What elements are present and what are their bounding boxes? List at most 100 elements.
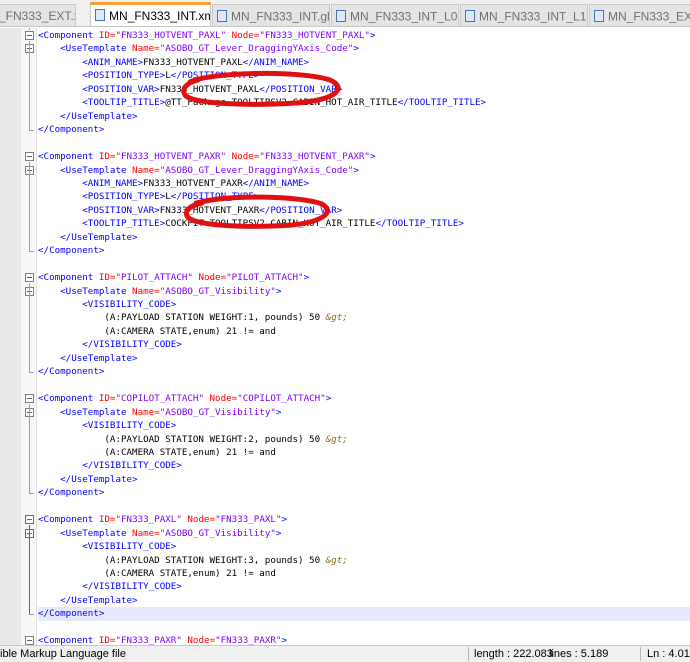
code-token: </POSITION_VAR>	[259, 83, 343, 95]
code-line[interactable]: (A:PAYLOAD STATION WEIGHT:3, pounds) 50 …	[38, 554, 348, 567]
code-line[interactable]: </UseTemplate>	[38, 231, 138, 244]
code-line[interactable]: <POSITION_TYPE>L</POSITION_TYPE>	[38, 190, 259, 203]
tab-mn-fn333-int-l0-gltf[interactable]: MN_FN333_INT_L0.gltf	[331, 4, 459, 26]
code-line[interactable]: </UseTemplate>	[38, 473, 137, 486]
code-line[interactable]: (A:PAYLOAD STATION WEIGHT:1, pounds) 50 …	[38, 311, 348, 324]
code-token: <Component	[38, 151, 99, 163]
code-token: <Component	[38, 393, 99, 405]
code-editor[interactable]: <Component ID="FN333_HOTVENT_PAXL" Node=…	[0, 28, 690, 645]
code-token: <UseTemplate	[38, 406, 133, 418]
xml-file-icon	[95, 8, 105, 21]
code-token: >	[369, 151, 376, 163]
tab-label: MN_FN333_INT_L1.gltf	[479, 9, 587, 24]
tab-mn-fn333-int-xml[interactable]: MN_FN333_INT.xml✕	[90, 2, 211, 26]
code-line[interactable]: <POSITION_VAR>FN333_HOTVENT_PAXL</POSITI…	[38, 83, 342, 96]
code-line[interactable]: <Component ID="FN333_PAXL" Node="FN333_P…	[38, 513, 287, 526]
code-token: Node=	[226, 151, 260, 163]
code-line[interactable]: <Component ID="FN333_HOTVENT_PAXR" Node=…	[38, 150, 376, 163]
code-line[interactable]: <VISIBILITY_CODE>	[38, 298, 176, 311]
code-line[interactable]: (A:PAYLOAD STATION WEIGHT:2, pounds) 50 …	[38, 433, 347, 446]
code-line[interactable]: </Component>	[38, 486, 104, 499]
code-token: <VISIBILITY_CODE>	[38, 299, 177, 310]
code-line[interactable]: </Component>	[38, 123, 104, 136]
fold-guide-line	[29, 283, 30, 373]
code-line[interactable]: <POSITION_TYPE>L</POSITION_TYPE>	[38, 69, 259, 82]
fold-toggle-icon[interactable]	[25, 515, 34, 525]
code-token: </UseTemplate>	[38, 352, 138, 364]
fold-toggle-icon[interactable]	[25, 273, 34, 283]
code-line[interactable]: <TOOLTIP_TITLE>@TT_Package.TOOLTIPSV2.CA…	[38, 96, 486, 109]
code-line[interactable]: <Component ID="PILOT_ATTACH" Node="PILOT…	[38, 271, 309, 284]
fold-toggle-icon[interactable]	[25, 31, 34, 40]
code-token: "FN333_HOTVENT_PAXR"	[115, 151, 227, 163]
fold-guide-line	[29, 404, 30, 494]
tab-fn333-ext-xml[interactable]: _FN333_EXT.xml	[0, 4, 76, 26]
code-line[interactable]: <UseTemplate Name="ASOBO_GT_Lever_Draggi…	[38, 164, 359, 177]
fold-end-marker	[29, 614, 34, 616]
fold-toggle-icon[interactable]	[25, 152, 34, 162]
code-token: >	[275, 285, 282, 297]
file-icon	[217, 9, 227, 22]
code-line[interactable]: <Component ID="COPILOT_ATTACH" Node="COP…	[38, 392, 331, 405]
code-line[interactable]: (A:CAMERA STATE,enum) 21 != and	[38, 325, 276, 338]
code-line[interactable]: </UseTemplate>	[38, 352, 138, 365]
status-separator	[468, 647, 469, 661]
code-token: <POSITION_VAR>	[38, 83, 160, 95]
fold-toggle-icon[interactable]	[25, 636, 34, 645]
code-line[interactable]: (A:CAMERA STATE,enum) 21 != and	[38, 446, 275, 459]
code-token: <ANIM_NAME>	[38, 56, 144, 68]
code-token: "PILOT_ATTACH"	[115, 272, 193, 284]
code-token: <Component	[38, 635, 99, 645]
code-line[interactable]: <VISIBILITY_CODE>	[38, 419, 176, 432]
code-line[interactable]: </UseTemplate>	[38, 110, 138, 123]
code-token: <VISIBILITY_CODE>	[38, 541, 177, 553]
code-line[interactable]: </UseTemplate>	[38, 594, 138, 607]
code-line[interactable]: <TOOLTIP_TITLE>COCKPIT.TOOLTIPSV2.CABIN_…	[38, 217, 464, 230]
code-line[interactable]: </Component>	[38, 365, 104, 378]
code-token: </VISIBILITY_CODE>	[38, 581, 182, 593]
code-line[interactable]: <Component ID="FN333_PAXR" Node="FN333_P…	[38, 634, 287, 645]
tab-mn-fn333-int-gltf[interactable]: MN_FN333_INT.gltf	[212, 4, 330, 26]
code-token: ID=	[98, 514, 116, 526]
code-token: >	[353, 164, 359, 176]
code-line[interactable]: <ANIM_NAME>FN333_HOTVENT_PAXL</ANIM_NAME…	[38, 56, 309, 69]
code-token: </UseTemplate>	[38, 110, 138, 122]
code-token: <UseTemplate	[38, 164, 133, 176]
tab-mn-fn333-int-l1-gltf[interactable]: MN_FN333_INT_L1.gltf	[460, 4, 588, 26]
code-token: Name=	[132, 527, 160, 539]
code-token: (A:CAMERA STATE,enum) 21 != and	[38, 325, 276, 337]
code-token: </Component>	[38, 245, 105, 257]
code-token: &gt;	[325, 312, 348, 324]
fold-guide-line	[29, 41, 30, 131]
code-line[interactable]: (A:CAMERA STATE,enum) 21 != and	[38, 567, 275, 580]
code-token: </POSITION_TYPE>	[170, 191, 260, 203]
code-line[interactable]: <ANIM_NAME>FN333_HOTVENT_PAXR</ANIM_NAME…	[38, 177, 309, 190]
code-line[interactable]: <UseTemplate Name="ASOBO_GT_Visibility">	[38, 285, 281, 298]
code-token: Node=	[192, 272, 227, 284]
code-token: Name=	[132, 43, 160, 55]
code-token: "FN333_PAXL"	[115, 514, 182, 526]
code-token: </UseTemplate>	[38, 231, 138, 243]
fold-toggle-icon[interactable]	[25, 394, 34, 404]
code-line[interactable]: <POSITION_VAR>FN333_HOTVENT_PAXR</POSITI…	[38, 204, 342, 217]
code-line[interactable]: <VISIBILITY_CODE>	[38, 540, 176, 553]
code-token: <POSITION_VAR>	[38, 204, 160, 216]
line-number-gutter	[0, 28, 21, 645]
code-token: >	[369, 30, 376, 41]
code-line[interactable]: </VISIBILITY_CODE>	[38, 459, 182, 472]
code-token: <TOOLTIP_TITLE>	[38, 218, 166, 230]
code-line[interactable]: <Component ID="FN333_HOTVENT_PAXL" Node=…	[38, 29, 376, 42]
code-token: FN333_HOTVENT_PAXL	[143, 56, 243, 68]
code-line[interactable]: <UseTemplate Name="ASOBO_GT_Lever_Draggi…	[38, 42, 359, 55]
tab-mn-fn333-ext-gltf[interactable]: MN_FN333_EXT.gltf	[589, 4, 690, 26]
code-line[interactable]: </Component>	[38, 244, 104, 257]
code-token: </UseTemplate>	[38, 594, 138, 606]
code-token: &gt;	[325, 554, 348, 566]
code-token: <Component	[38, 272, 99, 284]
code-line[interactable]: </Component>	[38, 607, 690, 621]
code-line[interactable]: </VISIBILITY_CODE>	[38, 580, 182, 593]
code-token: Name=	[132, 285, 160, 297]
code-line[interactable]: <UseTemplate Name="ASOBO_GT_Visibility">	[38, 406, 281, 419]
code-line[interactable]: </VISIBILITY_CODE>	[38, 338, 182, 351]
code-line[interactable]: <UseTemplate Name="ASOBO_GT_Visibility">	[38, 527, 281, 540]
